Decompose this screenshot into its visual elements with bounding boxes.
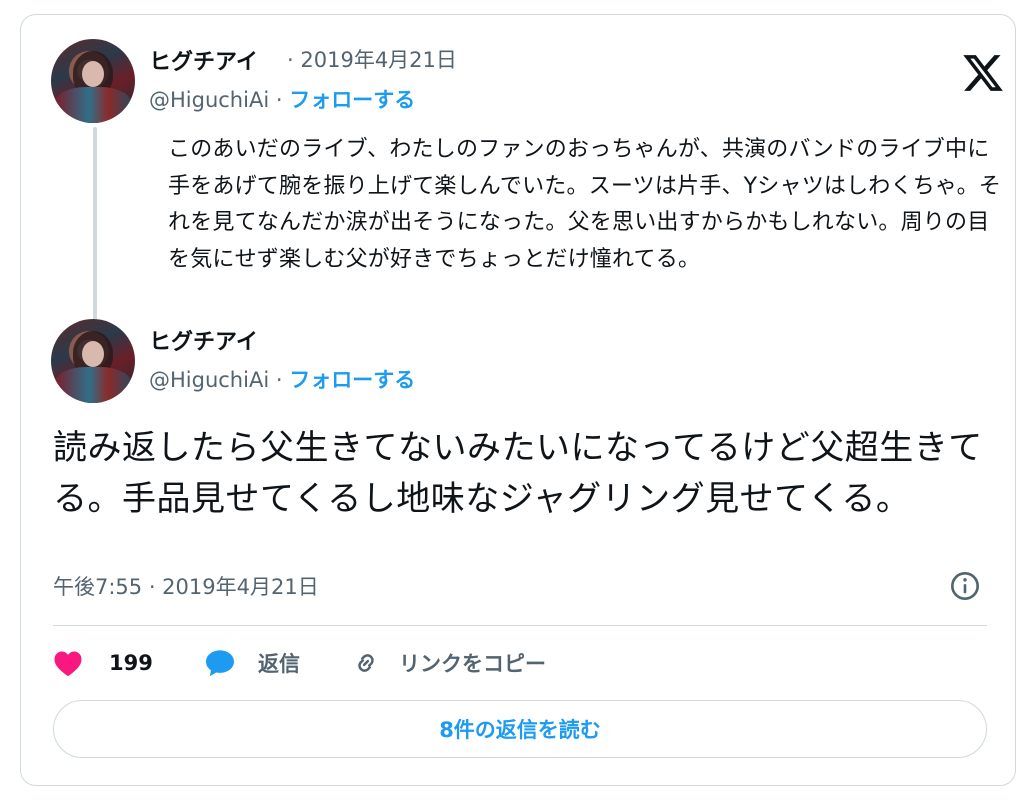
- divider: [53, 625, 987, 626]
- thread-line: [93, 127, 97, 322]
- follow-button[interactable]: フォローする: [289, 88, 415, 112]
- embedded-tweet-card: ヒグチアイ · 2019年4月21日 @HiguchiAi · フォローする こ…: [20, 14, 1016, 786]
- author-handle: @HiguchiAi · フォローする: [149, 364, 415, 394]
- avatar[interactable]: [51, 39, 135, 123]
- reply-button[interactable]: 返信: [204, 647, 300, 679]
- handle-text[interactable]: @HiguchiAi: [149, 88, 269, 112]
- handle-separator: ·: [275, 88, 283, 112]
- quoted-tweet-text: このあいだのライブ、わたしのファンのおっちゃんが、共演のバンドのライブ中に手をあ…: [168, 137, 1002, 272]
- date-separator: ·: [287, 48, 294, 72]
- heart-icon: [54, 651, 82, 677]
- author-name[interactable]: ヒグチアイ: [149, 324, 258, 356]
- copy-link-button[interactable]: リンクをコピー: [351, 647, 546, 679]
- speech-bubble-icon: [206, 650, 234, 677]
- reply-label: 返信: [258, 652, 300, 676]
- tweet-timestamp[interactable]: 午後7:55 · 2019年4月21日: [53, 571, 319, 601]
- link-icon: [358, 654, 374, 672]
- like-count: 199: [109, 651, 153, 675]
- read-replies-button[interactable]: 8件の返信を読む: [53, 700, 987, 758]
- date-text[interactable]: 2019年4月21日: [300, 48, 457, 72]
- tweet-date[interactable]: · 2019年4月21日: [287, 44, 457, 74]
- tweet-text: 読み返したら父生きてないみたいになってるけど父超生きてる。手品見せてくるし地味な…: [53, 428, 983, 519]
- info-icon[interactable]: [949, 570, 981, 602]
- copy-link-label: リンクをコピー: [399, 652, 546, 676]
- author-handle: @HiguchiAi · フォローする: [149, 84, 415, 114]
- handle-separator: ·: [275, 368, 283, 392]
- like-button[interactable]: 199: [53, 647, 153, 679]
- author-name[interactable]: ヒグチアイ: [149, 44, 258, 76]
- avatar[interactable]: [51, 319, 135, 403]
- follow-button[interactable]: フォローする: [289, 368, 415, 392]
- handle-text[interactable]: @HiguchiAi: [149, 368, 269, 392]
- x-logo-icon[interactable]: [961, 51, 1005, 95]
